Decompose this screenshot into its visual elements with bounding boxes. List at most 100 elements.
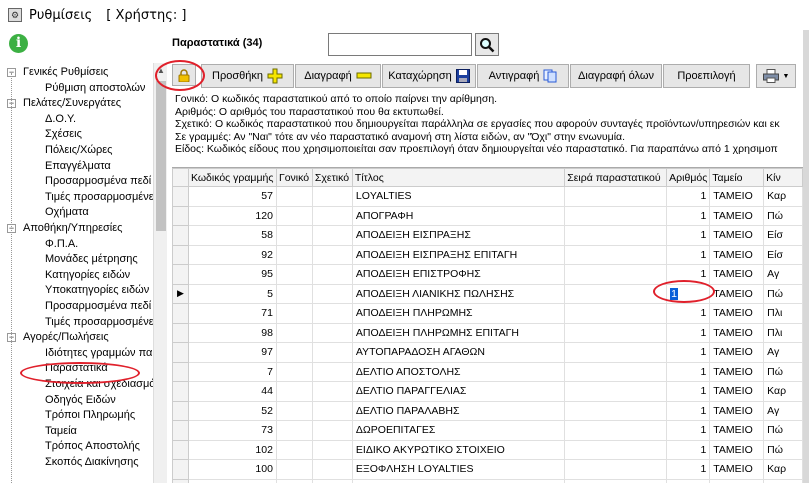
series-cell[interactable] bbox=[564, 283, 668, 304]
movement-cell[interactable]: Αγ bbox=[763, 400, 803, 421]
save-button[interactable]: Καταχώρηση bbox=[382, 64, 476, 88]
code-cell[interactable]: 71 bbox=[187, 303, 277, 324]
table-row[interactable]: 73 ΔΩΡΟΕΠΙΤΑΓΕΣ 1 ΤΑΜΕΙΟ Πώ bbox=[172, 420, 803, 441]
col-header[interactable]: Κίν bbox=[763, 168, 803, 187]
number-cell[interactable]: 1 bbox=[666, 225, 711, 246]
table-row[interactable]: 97 ΑΥΤΟΠΑΡΑΔΟΣΗ ΑΓΑΘΩΝ 1 ΤΑΜΕΙΟ Αγ bbox=[172, 342, 803, 363]
code-cell[interactable]: 91 bbox=[187, 478, 277, 483]
row-selector[interactable] bbox=[172, 225, 189, 246]
title-cell[interactable]: ΔΕΛΤΙΟ ΑΠΟΣΤΟΛΗΣ bbox=[351, 361, 566, 382]
row-selector[interactable] bbox=[172, 264, 189, 285]
parent-cell[interactable] bbox=[275, 400, 313, 421]
table-row[interactable]: 120 ΑΠΟΓΡΑΦΗ 1 ΤΑΜΕΙΟ Πώ bbox=[172, 205, 803, 226]
chevron-down-icon[interactable]: ▼ bbox=[783, 73, 790, 80]
row-selector[interactable] bbox=[172, 400, 189, 421]
series-cell[interactable] bbox=[564, 205, 668, 226]
add-button[interactable]: Προσθήκη bbox=[201, 64, 294, 88]
tree-item[interactable]: Σχέσεις bbox=[45, 127, 82, 142]
tree-group[interactable]: Πελάτες/Συνεργάτες bbox=[23, 96, 121, 111]
delete-button[interactable]: Διαγραφή bbox=[295, 64, 381, 88]
movement-cell[interactable]: Αγ bbox=[763, 342, 803, 363]
row-selector[interactable] bbox=[172, 303, 189, 324]
delete-all-button[interactable]: Διαγραφή όλων bbox=[570, 64, 662, 88]
row-selector[interactable] bbox=[172, 361, 189, 382]
movement-cell[interactable]: Αγ bbox=[763, 264, 803, 285]
row-selector[interactable] bbox=[172, 322, 189, 343]
related-cell[interactable] bbox=[311, 283, 353, 304]
tree-item[interactable]: Μονάδες μέτρησης bbox=[45, 252, 138, 267]
title-cell[interactable]: ΑΠΟΔΕΙΞΗ ΕΠΙΣΤΡΟΦΗΣ bbox=[351, 264, 566, 285]
code-cell[interactable]: 7 bbox=[187, 361, 277, 382]
cash-cell[interactable]: ΤΑΜΕΙΟ bbox=[709, 439, 765, 460]
cash-cell[interactable]: ΤΑΜΕΙΟ bbox=[709, 186, 765, 207]
number-cell[interactable]: 1 bbox=[666, 361, 711, 382]
movement-cell[interactable]: Πώ bbox=[763, 283, 803, 304]
tree-group[interactable]: Γενικές Ρυθμίσεις bbox=[23, 65, 108, 80]
tree-item[interactable]: Κατηγορίες ειδών bbox=[45, 268, 130, 283]
tree-item[interactable]: Ρύθμιση αποστολών bbox=[45, 81, 145, 96]
row-selector[interactable] bbox=[172, 459, 189, 480]
number-cell[interactable]: 1 bbox=[666, 400, 711, 421]
series-cell[interactable] bbox=[564, 420, 668, 441]
col-header[interactable]: Ταμείο bbox=[709, 168, 765, 187]
cash-cell[interactable]: ΤΑΜΕΙΟ bbox=[709, 225, 765, 246]
row-selector[interactable] bbox=[172, 420, 189, 441]
row-selector[interactable] bbox=[172, 478, 189, 483]
col-header[interactable]: Αριθμός bbox=[666, 168, 711, 187]
table-row[interactable]: 57 LOYALTIES 1 ΤΑΜΕΙΟ Καρ bbox=[172, 186, 803, 207]
table-row[interactable]: 100 ΕΞΟΦΛΗΣΗ LOYALTIES 1 ΤΑΜΕΙΟ Καρ bbox=[172, 459, 803, 480]
col-header[interactable]: Τίτλος bbox=[351, 168, 566, 187]
series-cell[interactable] bbox=[564, 322, 668, 343]
related-cell[interactable] bbox=[311, 439, 353, 460]
movement-cell[interactable]: Είσ bbox=[763, 244, 803, 265]
tree-item[interactable]: Οδηγός Ειδών bbox=[45, 393, 116, 408]
table-row[interactable]: 52 ΔΕΛΤΙΟ ΠΑΡΑΛΑΒΗΣ 1 ΤΑΜΕΙΟ Αγ bbox=[172, 400, 803, 421]
parent-cell[interactable] bbox=[275, 420, 313, 441]
row-selector[interactable] bbox=[172, 186, 189, 207]
parent-cell[interactable] bbox=[275, 478, 313, 483]
info-icon[interactable]: i bbox=[9, 34, 28, 53]
col-header[interactable]: Γονικό bbox=[275, 168, 313, 187]
series-cell[interactable] bbox=[564, 439, 668, 460]
movement-cell[interactable]: Είσ bbox=[763, 225, 803, 246]
code-cell[interactable]: 98 bbox=[187, 322, 277, 343]
parent-cell[interactable] bbox=[275, 459, 313, 480]
series-cell[interactable] bbox=[564, 381, 668, 402]
movement-cell[interactable]: Πώ bbox=[763, 205, 803, 226]
series-cell[interactable] bbox=[564, 361, 668, 382]
code-cell[interactable]: 120 bbox=[187, 205, 277, 226]
tree-item[interactable]: Σκοπός Διακίνησης bbox=[45, 455, 139, 470]
number-cell[interactable]: 1 bbox=[666, 303, 711, 324]
title-cell[interactable]: ΑΠΟΔΕΙΞΗ ΠΛΗΡΩΜΗΣ bbox=[351, 303, 566, 324]
parent-cell[interactable] bbox=[275, 225, 313, 246]
tree-item[interactable]: Τιμές προσαρμοσμένε bbox=[45, 190, 153, 205]
tree-item[interactable]: Τρόπος Αποστολής bbox=[45, 439, 140, 454]
title-cell[interactable]: ΔΩΡΟΕΠΙΤΑΓΕΣ bbox=[351, 420, 566, 441]
number-cell[interactable]: 1 bbox=[666, 342, 711, 363]
col-header[interactable]: Κωδικός γραμμής bbox=[187, 168, 277, 187]
table-row[interactable]: 102 ΕΙΔΙΚΟ ΑΚΥΡΩΤΙΚΟ ΣΤΟΙΧΕΙΟ 1 ΤΑΜΕΙΟ Πώ bbox=[172, 439, 803, 460]
cash-cell[interactable]: ΤΑΜΕΙΟ bbox=[709, 381, 765, 402]
related-cell[interactable] bbox=[311, 303, 353, 324]
parent-cell[interactable] bbox=[275, 322, 313, 343]
related-cell[interactable] bbox=[311, 420, 353, 441]
tree-item[interactable]: Ταμεία bbox=[45, 424, 77, 439]
tree-item[interactable]: Τρόποι Πληρωμής bbox=[45, 408, 135, 423]
title-cell[interactable]: ΑΠΟΔΕΙΞΗ ΕΙΣΠΡΑΞΗΣ ΕΠΙΤΑΓΗ bbox=[351, 244, 566, 265]
cash-cell[interactable]: ΤΑΜΕΙΟ bbox=[709, 478, 765, 483]
title-cell[interactable]: ΑΠΟΔΕΙΞΗ ΕΙΣΠΡΑΞΗΣ bbox=[351, 225, 566, 246]
tree-item[interactable]: Πόλεις/Χώρες bbox=[45, 143, 112, 158]
code-cell[interactable]: 44 bbox=[187, 381, 277, 402]
tree-item[interactable]: Επαγγέλματα bbox=[45, 159, 111, 174]
parent-cell[interactable] bbox=[275, 186, 313, 207]
table-row[interactable]: 7 ΔΕΛΤΙΟ ΑΠΟΣΤΟΛΗΣ 1 ΤΑΜΕΙΟ Πώ bbox=[172, 361, 803, 382]
tree-scrollbar[interactable]: ▲ bbox=[153, 63, 167, 483]
related-cell[interactable] bbox=[311, 342, 353, 363]
related-cell[interactable] bbox=[311, 205, 353, 226]
tree-group[interactable]: Αγορές/Πωλήσεις bbox=[23, 330, 109, 345]
cash-cell[interactable]: ΤΑΜΕΙΟ bbox=[709, 361, 765, 382]
table-row[interactable]: 91 ΠΙΣΤΩΤΙΚΟ ΤΙΜΟΛΟΓΙΟ 1ΤΑΜΕΙΟΠώ bbox=[172, 478, 803, 483]
row-selector[interactable] bbox=[172, 244, 189, 265]
table-row[interactable]: 95 ΑΠΟΔΕΙΞΗ ΕΠΙΣΤΡΟΦΗΣ 1 ΤΑΜΕΙΟ Αγ bbox=[172, 264, 803, 285]
series-cell[interactable] bbox=[564, 225, 668, 246]
